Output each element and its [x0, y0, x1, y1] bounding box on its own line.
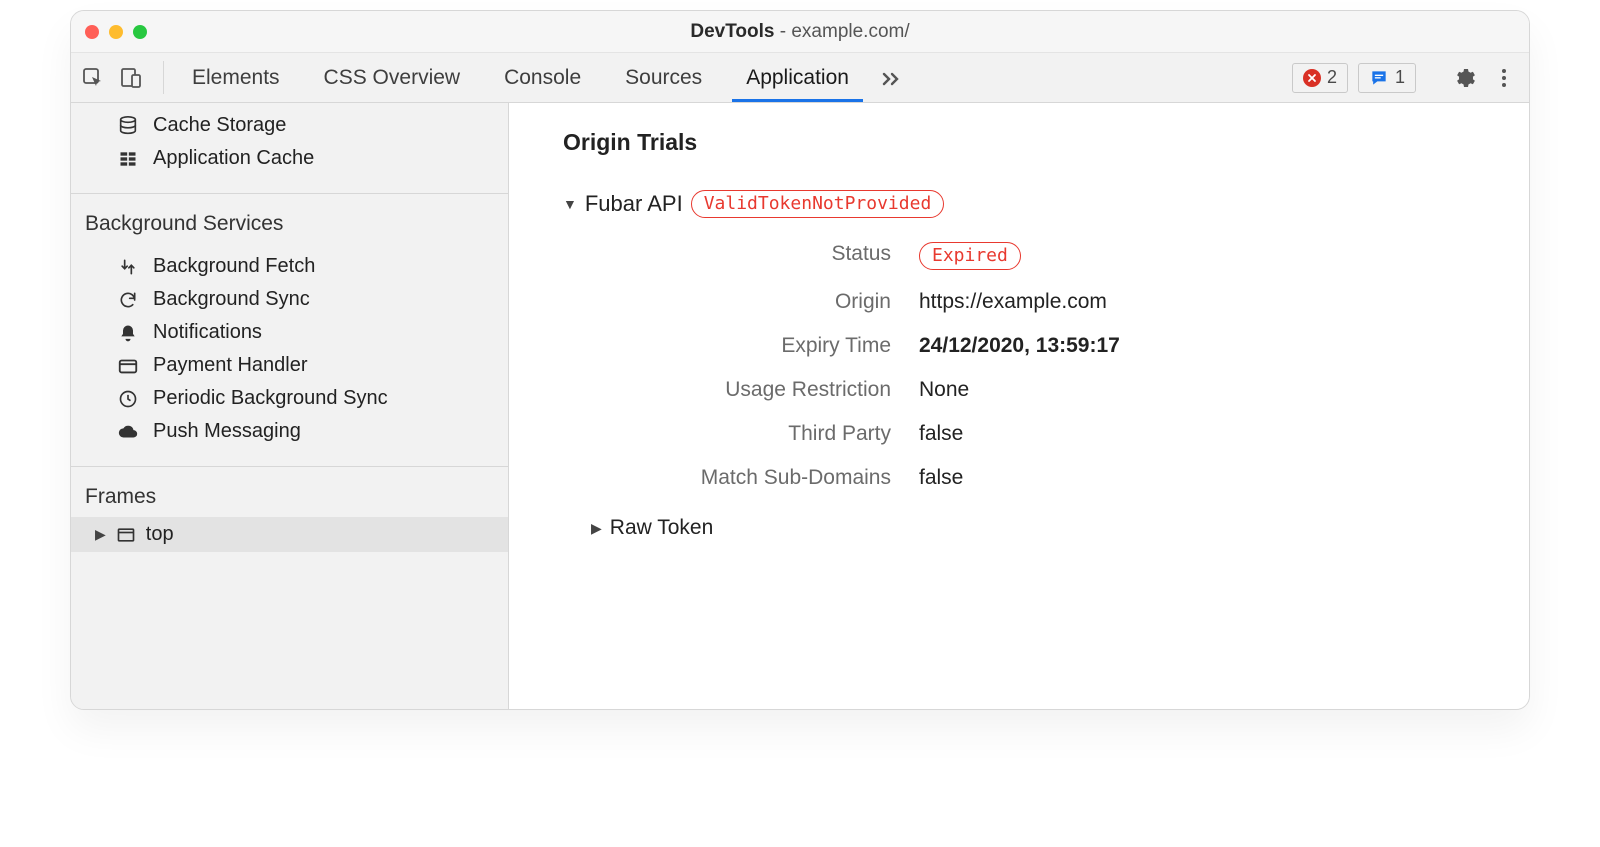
sidebar-item-label: Application Cache	[153, 147, 314, 170]
sidebar-item-label: Background Sync	[153, 288, 310, 311]
value-origin: https://example.com	[919, 290, 1489, 314]
messages-indicator[interactable]: 1	[1358, 63, 1416, 93]
sidebar-divider	[71, 193, 508, 194]
main-content: Origin Trials ▼ Fubar API ValidTokenNotP…	[509, 103, 1529, 709]
value-expiry: 24/12/2020, 13:59:17	[919, 334, 1489, 358]
window-title: DevTools - example.com/	[71, 21, 1529, 43]
close-window-button[interactable]	[85, 25, 99, 39]
sidebar-header-frames: Frames	[71, 473, 508, 517]
inspect-element-icon[interactable]	[81, 66, 105, 90]
sidebar-item-label: Payment Handler	[153, 354, 308, 377]
sidebar-item-payment-handler[interactable]: Payment Handler	[71, 349, 508, 382]
sidebar-item-label: Periodic Background Sync	[153, 387, 388, 410]
sidebar-item-application-cache[interactable]: Application Cache	[71, 142, 508, 175]
raw-token-label: Raw Token	[610, 516, 714, 540]
fetch-icon	[115, 257, 141, 277]
value-third-party: false	[919, 422, 1489, 446]
origin-trial-name: Fubar API	[585, 191, 683, 217]
sidebar-item-background-sync[interactable]: Background Sync	[71, 283, 508, 316]
sidebar-item-label: Background Fetch	[153, 255, 315, 278]
minimize-window-button[interactable]	[109, 25, 123, 39]
database-icon	[115, 115, 141, 137]
tab-sources[interactable]: Sources	[603, 53, 724, 102]
tab-elements[interactable]: Elements	[170, 53, 302, 102]
sidebar-item-notifications[interactable]: Notifications	[71, 316, 508, 349]
panel-tabs: Elements CSS Overview Console Sources Ap…	[170, 53, 871, 102]
origin-trial-details: Status Expired Origin https://example.co…	[591, 242, 1489, 490]
chevron-down-icon: ▼	[563, 196, 577, 212]
titlebar: DevTools - example.com/	[71, 11, 1529, 53]
page-title: Origin Trials	[563, 129, 1489, 156]
bell-icon	[115, 323, 141, 343]
more-options-button[interactable]	[1489, 63, 1519, 93]
sidebar-item-background-fetch[interactable]: Background Fetch	[71, 250, 508, 283]
settings-button[interactable]	[1449, 63, 1479, 93]
label-expiry: Expiry Time	[591, 334, 891, 358]
errors-count: 2	[1327, 67, 1337, 88]
application-sidebar: Cache Storage Application Cache Backgrou…	[71, 103, 509, 709]
sidebar-item-label: Cache Storage	[153, 114, 286, 137]
tab-css-overview[interactable]: CSS Overview	[302, 53, 483, 102]
frame-icon	[116, 525, 136, 545]
sidebar-item-label: Notifications	[153, 321, 262, 344]
more-tabs-button[interactable]	[871, 53, 911, 102]
status-badge: Expired	[919, 242, 1021, 270]
cloud-icon	[115, 421, 141, 443]
clock-icon	[115, 389, 141, 409]
grid-icon	[115, 149, 141, 169]
frames-item-label: top	[146, 523, 174, 546]
window-title-app: DevTools	[690, 21, 774, 42]
label-usage-restriction: Usage Restriction	[591, 378, 891, 402]
frames-item-top[interactable]: ▶ top	[71, 517, 508, 552]
tab-console[interactable]: Console	[482, 53, 603, 102]
value-match-subdomains: false	[919, 466, 1489, 490]
sidebar-divider-2	[71, 466, 508, 467]
device-toolbar-icon[interactable]	[119, 66, 143, 90]
window-title-location: example.com/	[791, 21, 909, 42]
messages-count: 1	[1395, 67, 1405, 88]
label-status: Status	[591, 242, 891, 270]
raw-token-row[interactable]: ▶ Raw Token	[591, 516, 1489, 540]
sidebar-header-background-services: Background Services	[71, 200, 508, 244]
label-third-party: Third Party	[591, 422, 891, 446]
error-icon	[1303, 69, 1321, 87]
zoom-window-button[interactable]	[133, 25, 147, 39]
value-usage-restriction: None	[919, 378, 1489, 402]
errors-indicator[interactable]: 2	[1292, 63, 1348, 93]
label-origin: Origin	[591, 290, 891, 314]
devtools-toolbar: Elements CSS Overview Console Sources Ap…	[71, 53, 1529, 103]
toolbar-separator	[163, 61, 164, 94]
sidebar-item-periodic-background-sync[interactable]: Periodic Background Sync	[71, 382, 508, 415]
sidebar-item-cache-storage[interactable]: Cache Storage	[71, 109, 508, 142]
chevron-right-icon: ▶	[591, 520, 602, 537]
chevron-right-icon: ▶	[95, 526, 106, 543]
sync-icon	[115, 290, 141, 310]
sidebar-item-label: Push Messaging	[153, 420, 301, 443]
traffic-lights	[85, 25, 147, 39]
card-icon	[115, 355, 141, 377]
sidebar-item-push-messaging[interactable]: Push Messaging	[71, 415, 508, 448]
origin-trial-row[interactable]: ▼ Fubar API ValidTokenNotProvided	[563, 190, 1489, 218]
window-title-sep: -	[774, 21, 791, 42]
devtools-window: DevTools - example.com/	[70, 10, 1530, 710]
label-match-subdomains: Match Sub-Domains	[591, 466, 891, 490]
message-icon	[1369, 68, 1389, 88]
token-status-badge: ValidTokenNotProvided	[691, 190, 945, 218]
tab-application[interactable]: Application	[724, 53, 871, 102]
